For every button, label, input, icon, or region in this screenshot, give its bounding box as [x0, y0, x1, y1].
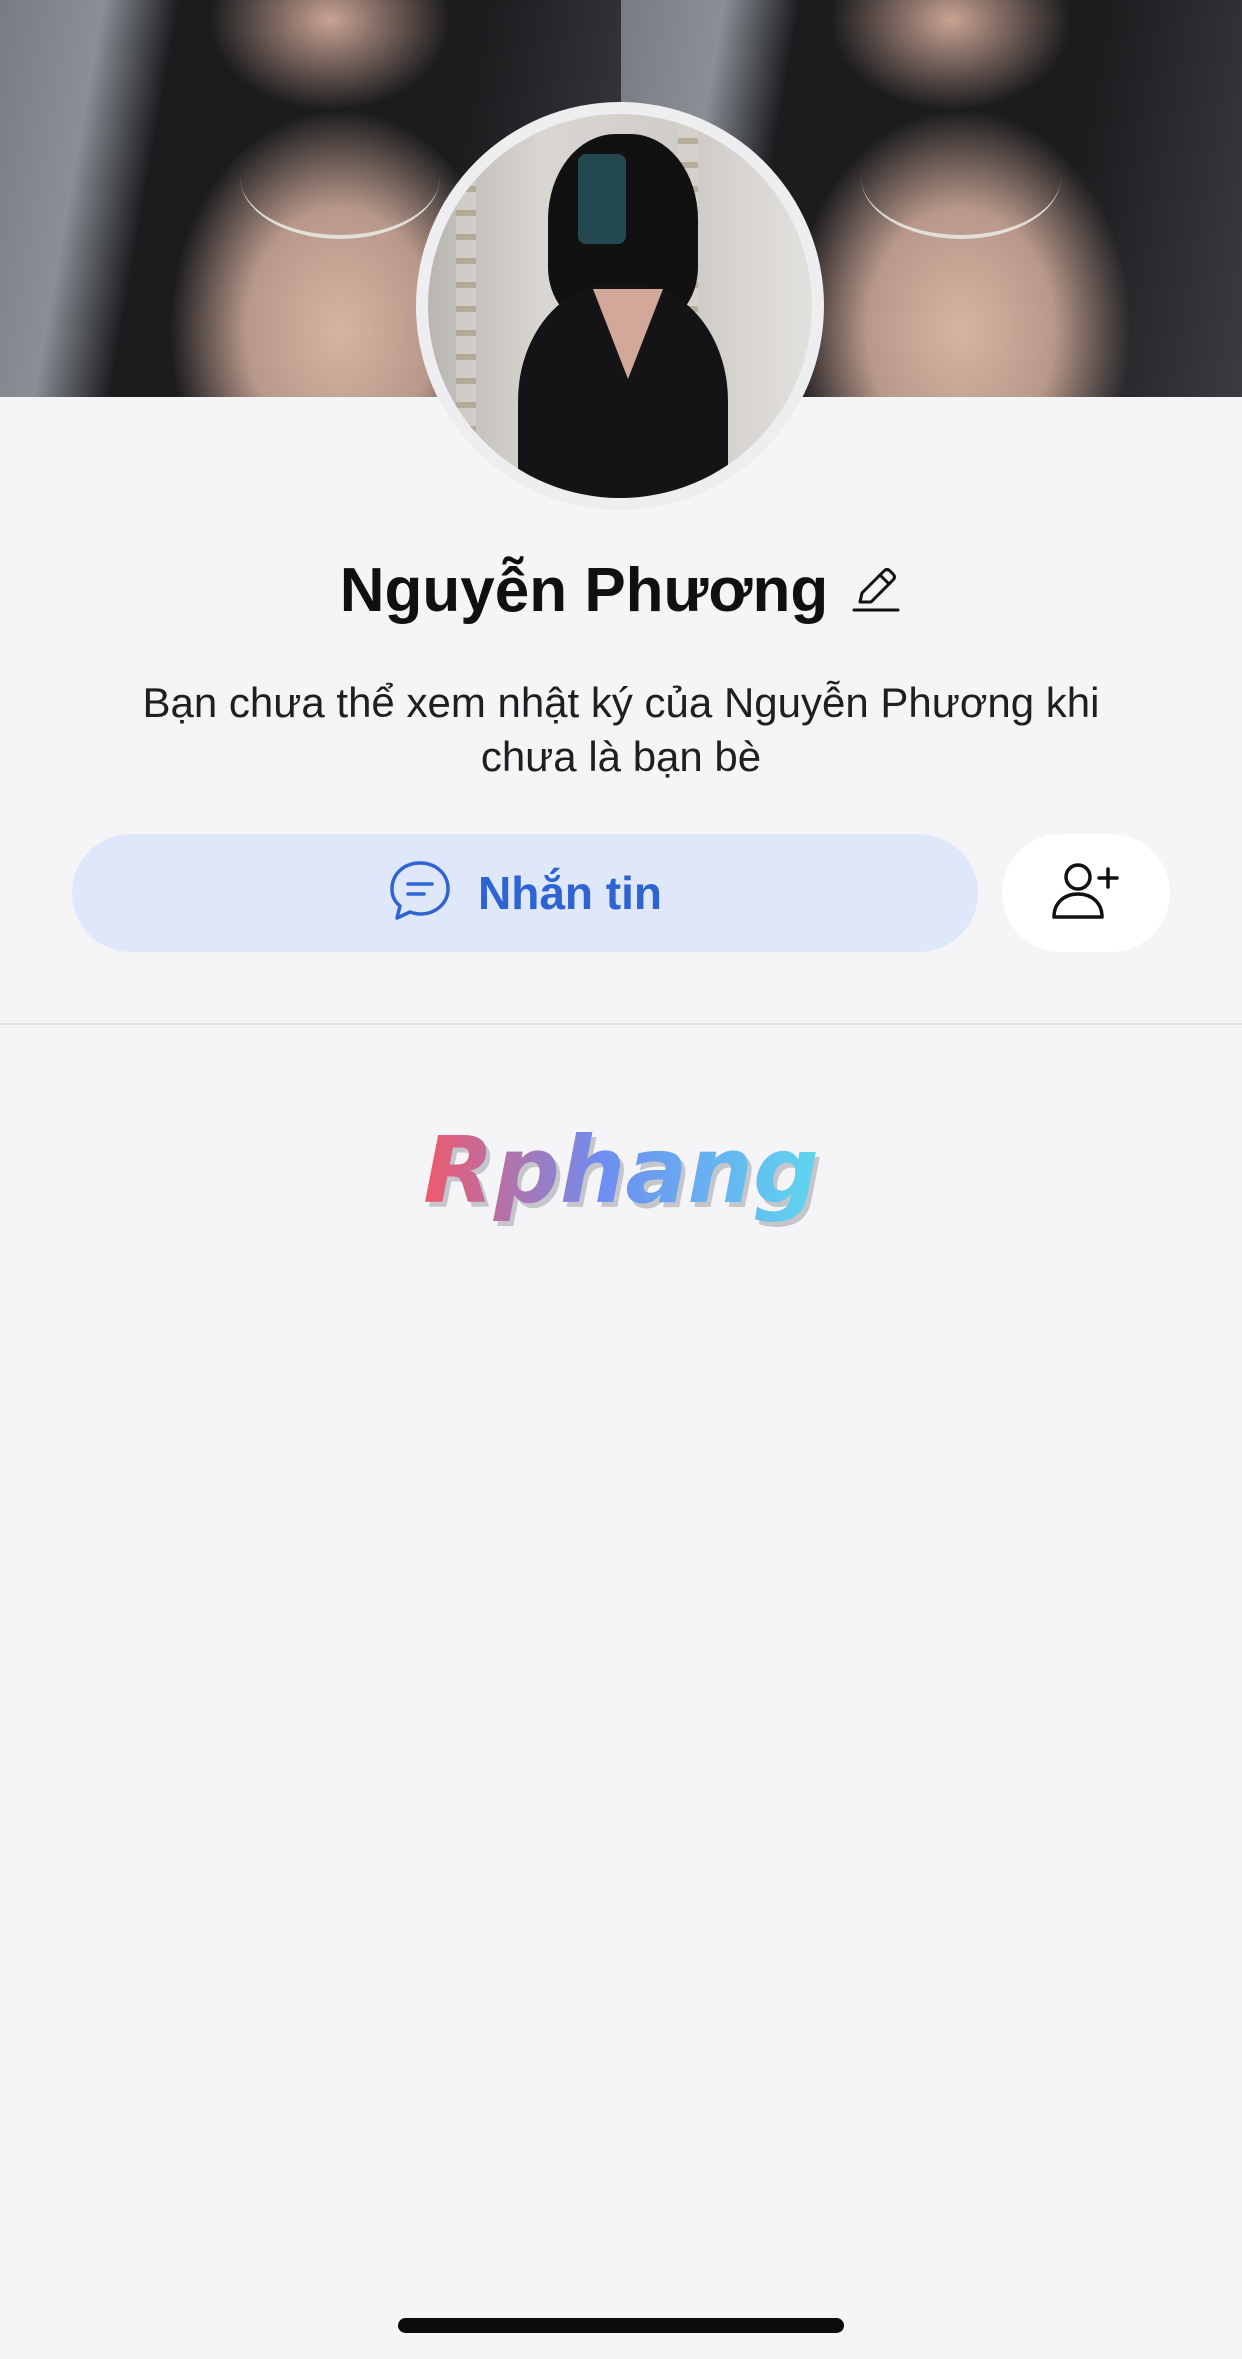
profile-name: Nguyễn Phương: [339, 556, 829, 625]
necklace-detail: [861, 115, 1061, 239]
home-indicator[interactable]: [398, 2318, 844, 2333]
privacy-note: Bạn chưa thể xem nhật ký của Nguyễn Phươ…: [142, 679, 1100, 780]
wall-tile-stripe: [456, 114, 476, 498]
necklace-detail: [240, 115, 440, 239]
section-divider: [0, 1023, 1242, 1025]
add-friend-icon: [1050, 859, 1122, 928]
watermark-text: Rphang: [423, 1120, 819, 1224]
chat-bubble-icon: [388, 859, 452, 928]
avatar-phone: [578, 154, 626, 244]
watermark-logo: Rphang Rphang: [0, 1117, 1242, 1245]
message-button[interactable]: Nhắn tin: [72, 834, 978, 952]
pencil-icon[interactable]: [850, 562, 902, 619]
profile-name-row: Nguyễn Phương: [0, 555, 1242, 626]
avatar[interactable]: [428, 114, 812, 498]
message-button-label: Nhắn tin: [478, 867, 662, 919]
add-friend-button[interactable]: [1002, 834, 1170, 952]
